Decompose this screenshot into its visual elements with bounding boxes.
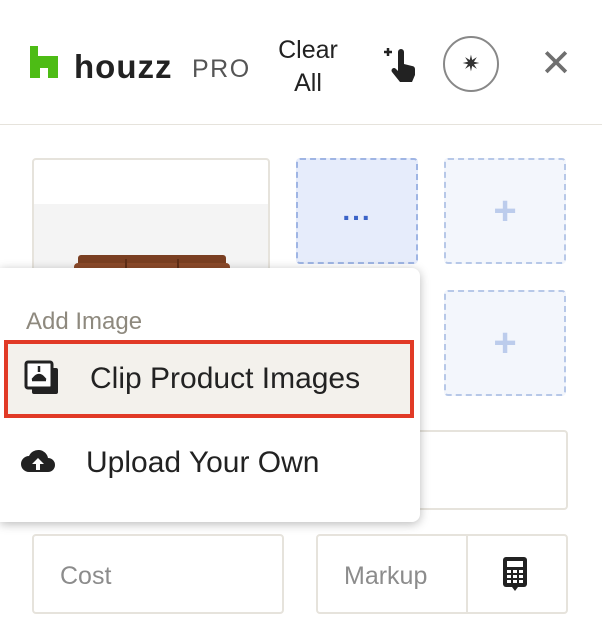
- clip-images-icon: [24, 360, 58, 394]
- divider: [466, 536, 468, 612]
- header: houzz PRO Clear All ✷ ✕: [0, 0, 602, 125]
- add-touch-icon[interactable]: [382, 44, 422, 84]
- markup-field[interactable]: Markup: [316, 534, 568, 614]
- markup-placeholder: Markup: [344, 562, 428, 590]
- more-options-icon: ...: [342, 195, 372, 226]
- logo-pro: PRO: [192, 55, 251, 83]
- add-image-menu: Add Image Clip Product Images Upload You…: [0, 268, 420, 522]
- houzz-logo-icon: [30, 46, 58, 78]
- image-slot-add[interactable]: +: [444, 290, 566, 396]
- add-icon: +: [493, 321, 517, 365]
- add-icon: +: [493, 189, 517, 233]
- menu-item-upload-your-own[interactable]: Upload Your Own: [0, 424, 420, 502]
- cost-placeholder: Cost: [60, 562, 112, 590]
- logo-wordmark: houzz: [74, 48, 173, 85]
- image-slot-more[interactable]: ...: [296, 158, 418, 264]
- hidden-field[interactable]: [410, 430, 568, 510]
- sparkle-button[interactable]: ✷: [443, 36, 499, 92]
- clear-all-button[interactable]: Clear All: [262, 34, 354, 100]
- close-icon[interactable]: ✕: [538, 44, 574, 84]
- menu-item-clip-product-images[interactable]: Clip Product Images: [4, 340, 414, 418]
- cost-field[interactable]: Cost: [32, 534, 284, 614]
- sparkle-icon: ✷: [461, 51, 481, 76]
- image-slot-add[interactable]: +: [444, 158, 566, 264]
- menu-heading: Add Image: [26, 308, 143, 335]
- calculator-icon[interactable]: [501, 557, 529, 591]
- cloud-upload-icon: [21, 449, 55, 472]
- menu-item-label: Clip Product Images: [90, 362, 361, 395]
- menu-item-label: Upload Your Own: [86, 446, 320, 479]
